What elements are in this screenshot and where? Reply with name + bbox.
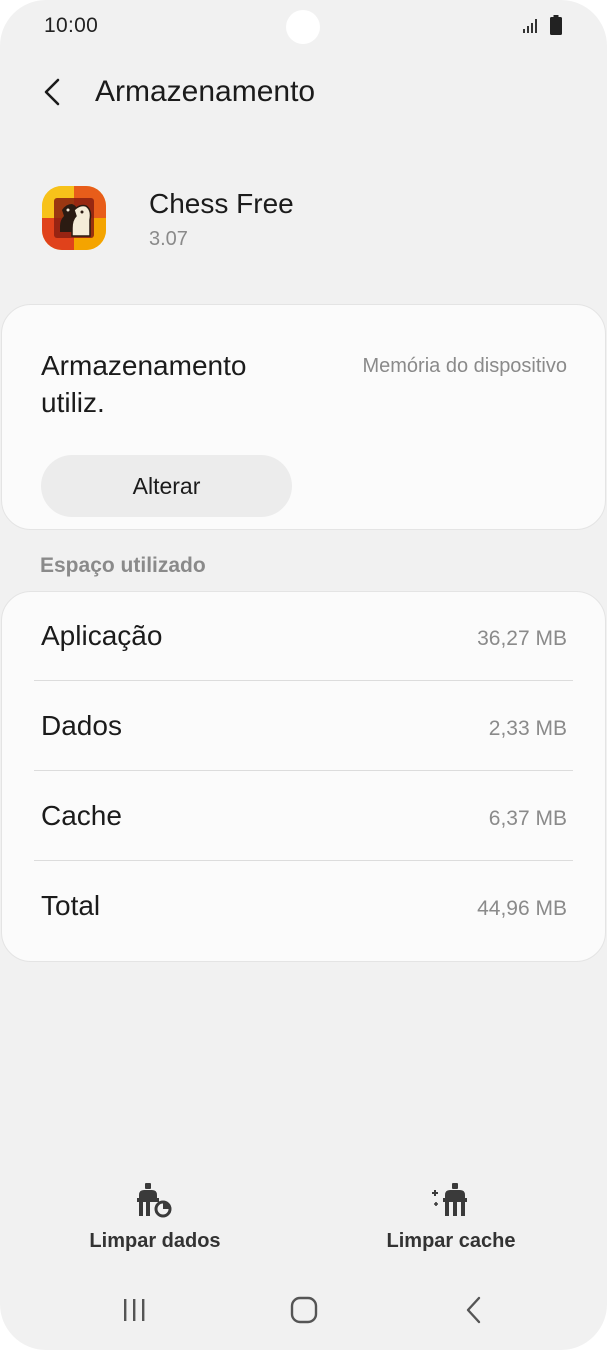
status-time: 10:00 bbox=[44, 14, 99, 37]
divider bbox=[34, 770, 573, 771]
signal-icon bbox=[523, 19, 537, 33]
battery-icon bbox=[550, 15, 562, 35]
clear-cache-button[interactable]: Limpar cache bbox=[372, 1180, 530, 1260]
recents-icon bbox=[124, 1299, 145, 1321]
row-label: Aplicação bbox=[41, 620, 163, 651]
section-header-space-used: Espaço utilizado bbox=[40, 554, 206, 577]
row-value: 2,33 MB bbox=[488, 717, 567, 740]
recents-button[interactable] bbox=[104, 1288, 164, 1332]
app-name: Chess Free bbox=[149, 188, 294, 219]
home-button[interactable] bbox=[274, 1288, 334, 1332]
usage-row-app: Aplicação 36,27 MB bbox=[2, 592, 605, 682]
status-bar: 10:00 bbox=[0, 0, 607, 56]
change-button[interactable]: Alterar bbox=[41, 455, 292, 517]
row-label: Dados bbox=[41, 710, 122, 741]
usage-card: Aplicação 36,27 MB Dados 2,33 MB Cache 6… bbox=[1, 591, 606, 962]
row-value: 36,27 MB bbox=[477, 627, 567, 650]
storage-card: Armazenamento utiliz. Memória do disposi… bbox=[1, 304, 606, 530]
row-value: 44,96 MB bbox=[477, 897, 567, 920]
usage-row-cache: Cache 6,37 MB bbox=[2, 772, 605, 862]
clear-cache-label: Limpar cache bbox=[386, 1230, 516, 1252]
chevron-left-icon bbox=[44, 78, 60, 106]
clear-cache-icon bbox=[432, 1183, 467, 1216]
home-icon bbox=[290, 1296, 318, 1324]
usage-row-data: Dados 2,33 MB bbox=[2, 682, 605, 772]
navigation-bar bbox=[0, 1280, 607, 1340]
app-info: Chess Free 3.07 bbox=[0, 170, 607, 270]
storage-location: Memória do dispositivo bbox=[362, 355, 567, 377]
storage-used-label: Armazenamento utiliz. bbox=[41, 350, 247, 418]
chess-knight-icon bbox=[42, 186, 106, 250]
page-title: Armazenamento bbox=[95, 75, 316, 108]
row-label: Total bbox=[41, 890, 101, 921]
back-button[interactable] bbox=[30, 70, 74, 114]
usage-row-total: Total 44,96 MB bbox=[2, 862, 605, 952]
nav-back-button[interactable] bbox=[444, 1288, 504, 1332]
clear-data-icon bbox=[137, 1183, 172, 1218]
row-value: 6,37 MB bbox=[488, 807, 567, 830]
clear-data-button[interactable]: Limpar dados bbox=[72, 1180, 238, 1260]
row-label: Cache bbox=[41, 800, 122, 831]
phone-screen: 10:00 Armazenamento Chess Free 3.07 Arma… bbox=[0, 0, 607, 1350]
divider bbox=[34, 680, 573, 681]
clear-data-label: Limpar dados bbox=[89, 1230, 221, 1252]
app-version: 3.07 bbox=[149, 228, 188, 250]
divider bbox=[34, 860, 573, 861]
back-icon bbox=[466, 1296, 481, 1324]
camera-cutout bbox=[286, 10, 320, 44]
header: Armazenamento bbox=[0, 60, 607, 124]
